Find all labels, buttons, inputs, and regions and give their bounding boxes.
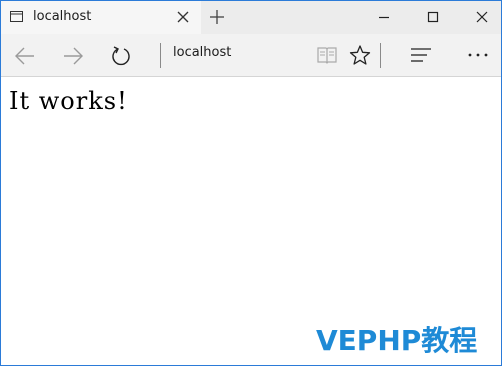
watermark-area: VEPHP教程 bbox=[280, 303, 501, 365]
watermark-text: VEPHP教程 bbox=[316, 324, 478, 357]
page-icon bbox=[10, 11, 23, 22]
tab-localhost[interactable]: localhost bbox=[1, 1, 201, 34]
title-bar: localhost bbox=[1, 1, 501, 34]
reading-view-icon[interactable] bbox=[317, 46, 337, 64]
navigation-bar: localhost bbox=[1, 34, 501, 77]
browser-window: localhost localhost It works! VEPHP教程 bbox=[0, 0, 502, 366]
forward-arrow-icon[interactable] bbox=[62, 45, 84, 67]
tab-title: localhost bbox=[33, 9, 92, 24]
back-arrow-icon[interactable] bbox=[14, 45, 36, 67]
toolbar-separator bbox=[380, 43, 381, 68]
more-icon[interactable] bbox=[467, 48, 489, 62]
favorite-star-icon[interactable] bbox=[349, 44, 371, 66]
new-tab-icon[interactable] bbox=[209, 9, 225, 25]
tab-close-icon[interactable] bbox=[177, 11, 189, 23]
page-heading: It works! bbox=[9, 87, 128, 115]
maximize-icon[interactable] bbox=[426, 10, 440, 24]
refresh-icon[interactable] bbox=[110, 45, 132, 67]
address-separator bbox=[160, 43, 161, 68]
address-bar[interactable]: localhost bbox=[173, 45, 231, 60]
minimize-icon[interactable] bbox=[377, 10, 391, 24]
hub-icon[interactable] bbox=[410, 46, 432, 64]
close-icon[interactable] bbox=[475, 10, 489, 24]
page-content: It works! VEPHP教程 bbox=[1, 77, 501, 365]
